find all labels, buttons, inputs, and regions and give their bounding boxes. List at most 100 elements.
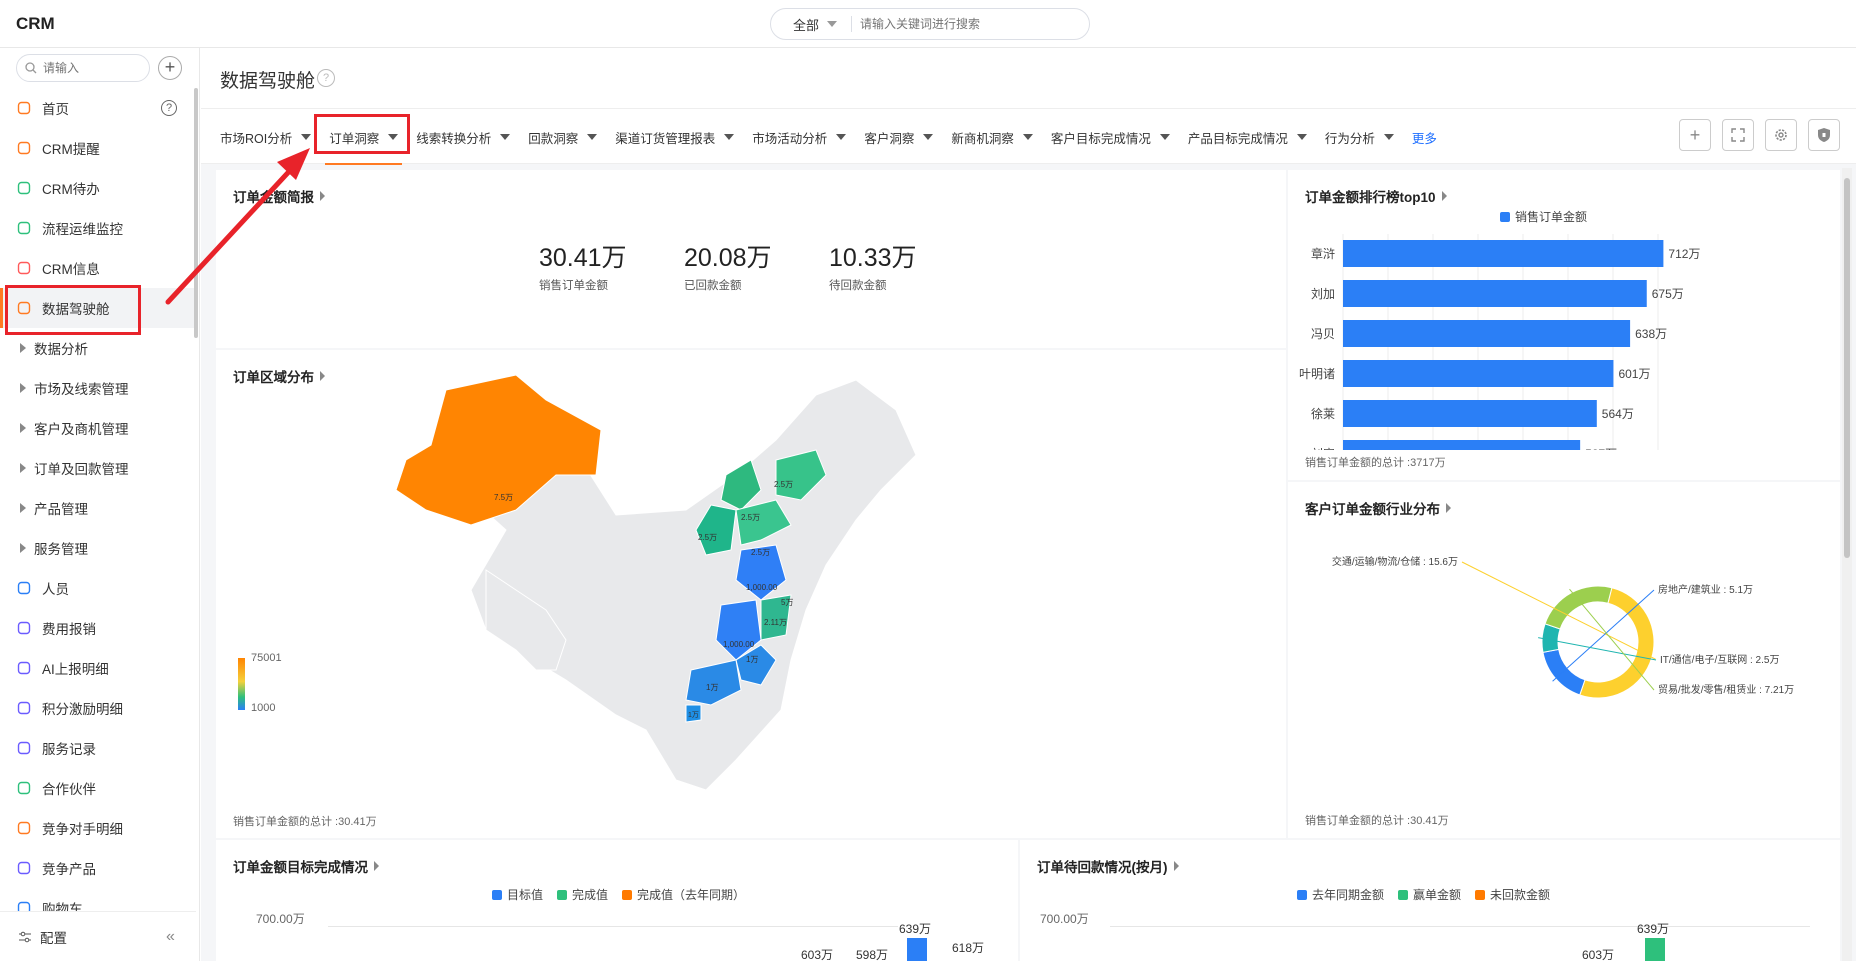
tab-8[interactable]: 客户目标完成情况 — [1051, 109, 1170, 165]
sidebar-item-13[interactable]: 费用报销 — [0, 608, 196, 648]
tab-0[interactable]: 市场ROI分析 — [220, 109, 312, 165]
flag-icon — [16, 620, 32, 636]
donut-slice — [1579, 587, 1655, 699]
sidebar-item-11[interactable]: 服务管理 — [0, 528, 196, 568]
tab-10[interactable]: 行为分析 — [1325, 109, 1394, 165]
chevron-down-icon[interactable] — [1296, 134, 1307, 140]
sidebar-item-10[interactable]: 产品管理 — [0, 488, 196, 528]
chart-bar[interactable] — [907, 938, 927, 961]
china-map[interactable]: 7.5万 2.5万 2.5万 2.5万 2.5万 1,000.00 5万 2.1… — [216, 350, 1286, 838]
map-label: 1,000.00 — [723, 640, 755, 649]
sidebar-config[interactable]: 配置 « — [0, 911, 196, 961]
sidebar-item-4[interactable]: CRM信息 — [0, 248, 196, 288]
sidebar-item-18[interactable]: 竞争对手明细 — [0, 808, 196, 848]
sidebar-item-12[interactable]: 人员 — [0, 568, 196, 608]
tab-5[interactable]: 市场活动分析 — [752, 109, 847, 165]
people-icon — [16, 580, 32, 596]
sidebar-item-1[interactable]: CRM提醒 — [0, 128, 196, 168]
map-label: 1,000.00 — [746, 583, 778, 592]
map-label: 2.5万 — [741, 513, 760, 522]
kpi-label: 待回款金额 — [829, 280, 887, 292]
search-scope-select[interactable]: 全部 — [771, 16, 853, 33]
config-label: 配置 — [40, 930, 67, 946]
chevron-down-icon[interactable] — [724, 134, 735, 140]
sidebar-item-label: CRM提醒 — [42, 142, 100, 157]
sidebar-item-17[interactable]: 合作伙伴 — [0, 768, 196, 808]
chart-legend[interactable]: 目标值 完成值 完成值（去年同期） — [492, 886, 745, 903]
sidebar-item-8[interactable]: 客户及商机管理 — [0, 408, 196, 448]
sidebar-item-2[interactable]: CRM待办 — [0, 168, 196, 208]
industry-distribution-card: 客户订单金额行业分布 交通/运输/物流/仓储 : 15.6万 房地产/建筑业 : … — [1288, 482, 1840, 838]
sidebar-menu: 首页? CRM提醒 CRM待办 流程运维监控 CRM信息 数据驾驶舱 数据分析 市场及线索管理… — [0, 88, 196, 928]
sidebar-scrollbar[interactable] — [194, 88, 198, 338]
tab-label: 客户洞察 — [864, 131, 915, 146]
bar — [1343, 440, 1581, 450]
chevron-down-icon[interactable] — [301, 134, 312, 140]
sidebar-item-0[interactable]: 首页? — [0, 88, 196, 128]
tab-2[interactable]: 线索转换分析 — [416, 109, 511, 165]
bar-label: 639万 — [1637, 922, 1670, 936]
global-search-input[interactable] — [860, 17, 1071, 31]
main-area: 数据驾驶舱 ? 市场ROI分析 订单洞察 线索转换分析 回款洞察 渠道订货管理报表 市场活… — [201, 48, 1856, 962]
bar-label: 603万 — [801, 948, 834, 962]
sidebar-search-input[interactable] — [43, 61, 139, 75]
map-label: 5万 — [781, 598, 793, 607]
receivable-card: 订单待回款情况(按月) 去年同期金额 赢单金额 未回款金额 700.00万 60… — [1020, 840, 1840, 962]
flow-icon — [16, 220, 32, 236]
tab-6[interactable]: 客户洞察 — [864, 109, 934, 165]
chevron-down-icon[interactable] — [1022, 134, 1033, 140]
tab-9[interactable]: 产品目标完成情况 — [1188, 109, 1307, 165]
bar — [1343, 400, 1597, 427]
map-label: 1万 — [688, 711, 699, 719]
sidebar-item-label: 服务记录 — [42, 742, 96, 757]
sidebar-item-9[interactable]: 订单及回款管理 — [0, 448, 196, 488]
sidebar-search[interactable] — [16, 54, 150, 82]
chart-bar[interactable] — [1645, 938, 1665, 961]
permission-button[interactable] — [1808, 119, 1840, 151]
gridline — [328, 926, 898, 927]
chevron-down-icon[interactable] — [1383, 134, 1394, 140]
help-icon[interactable]: ? — [161, 100, 177, 116]
sidebar-item-label: 服务管理 — [34, 542, 88, 557]
caret-right-icon — [20, 423, 26, 433]
help-icon[interactable]: ? — [317, 69, 335, 87]
add-widget-button[interactable]: + — [1679, 119, 1711, 151]
sidebar-item-label: 费用报销 — [42, 622, 96, 637]
card-title[interactable]: 订单金额简报 — [233, 186, 325, 206]
tab-more[interactable]: 更多 — [1412, 109, 1437, 165]
bar-label: 603万 — [1582, 948, 1615, 962]
sidebar-item-7[interactable]: 市场及线索管理 — [0, 368, 196, 408]
chevron-down-icon[interactable] — [836, 134, 847, 140]
tab-7[interactable]: 新商机洞察 — [951, 109, 1033, 165]
data-label: 564万 — [1602, 407, 1634, 421]
sidebar-item-label: 竞争对手明细 — [42, 822, 123, 837]
add-icon[interactable]: + — [158, 56, 182, 80]
chevron-down-icon[interactable] — [587, 134, 598, 140]
industry-donut-chart[interactable]: 交通/运输/物流/仓储 : 15.6万房地产/建筑业 : 5.1万 IT/通信/电… — [1288, 482, 1840, 812]
sidebar-item-19[interactable]: 竞争产品 — [0, 848, 196, 888]
fullscreen-button[interactable] — [1722, 119, 1754, 151]
search-icon — [25, 62, 37, 74]
chart-legend[interactable]: 去年同期金额 赢单金额 未回款金额 — [1297, 886, 1550, 903]
annotation-box-sidebar — [5, 285, 141, 335]
page-title: 数据驾驶舱 — [220, 71, 316, 92]
chevron-down-icon[interactable] — [500, 134, 511, 140]
ranking-bar-chart[interactable]: 0.00100.00万200.00万300.00万400.00万500.00万6… — [1288, 170, 1840, 450]
card-title[interactable]: 订单待回款情况(按月) — [1037, 856, 1179, 876]
scrollbar-thumb[interactable] — [1844, 178, 1850, 558]
sidebar-item-3[interactable]: 流程运维监控 — [0, 208, 196, 248]
sidebar-item-16[interactable]: 服务记录 — [0, 728, 196, 768]
tab-3[interactable]: 回款洞察 — [528, 109, 598, 165]
card-title[interactable]: 订单金额目标完成情况 — [233, 856, 379, 876]
sidebar-item-14[interactable]: AI上报明细 — [0, 648, 196, 688]
order-ranking-card: 订单金额排行榜top10 销售订单金额 0.00100.00万200.00万30… — [1288, 170, 1840, 480]
chevron-down-icon[interactable] — [1159, 134, 1170, 140]
global-search[interactable]: 全部 — [770, 8, 1090, 40]
tab-4[interactable]: 渠道订货管理报表 — [615, 109, 735, 165]
collapse-sidebar-icon[interactable]: « — [166, 928, 175, 946]
sidebar-item-15[interactable]: 积分激励明细 — [0, 688, 196, 728]
settings-button[interactable] — [1765, 119, 1797, 151]
visual-map-max: 75001 — [251, 652, 282, 664]
main-scrollbar[interactable] — [1842, 168, 1852, 961]
chevron-down-icon[interactable] — [923, 134, 934, 140]
